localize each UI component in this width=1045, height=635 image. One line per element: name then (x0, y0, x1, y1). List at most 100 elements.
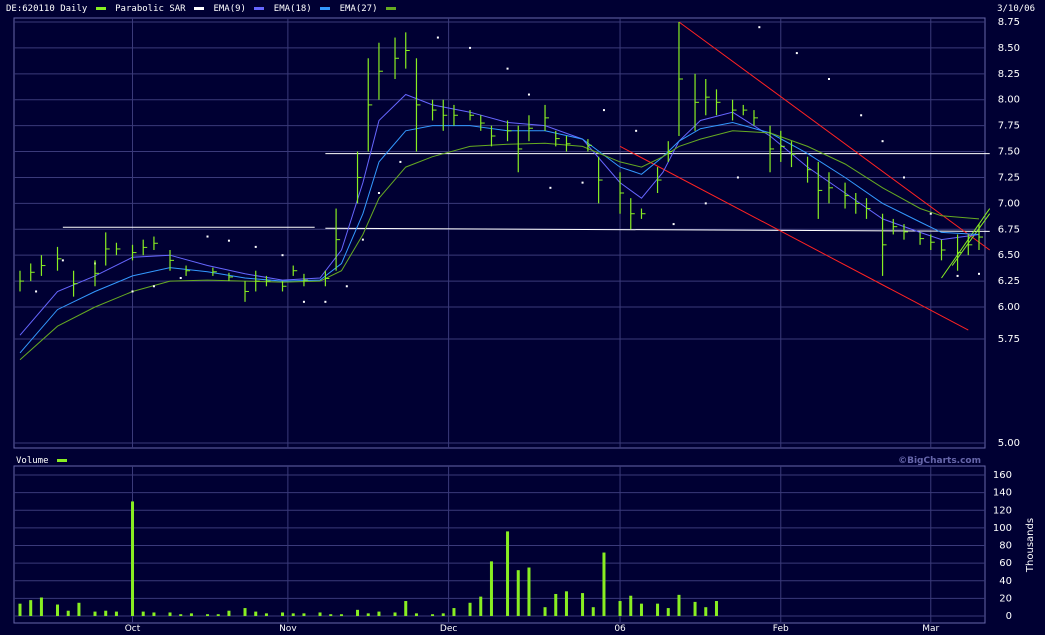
sar-dot (227, 239, 230, 242)
sar-dot (324, 300, 327, 303)
volume-tick-label: 0 (1006, 611, 1012, 622)
sar-dot (602, 109, 605, 112)
sar-dot (527, 93, 530, 96)
chart-header: DE:620110 Daily Parabolic SAR EMA(9) EMA… (6, 4, 400, 14)
volume-bar (114, 611, 118, 616)
sar-dot (469, 46, 472, 49)
volume-tick-label: 160 (993, 470, 1012, 481)
sar-dot (672, 223, 675, 226)
chart-frame (13, 17, 986, 624)
trendlines (62, 21, 991, 331)
volume-bar (591, 607, 595, 616)
sar-dot (956, 274, 959, 277)
volume-bar (431, 614, 435, 616)
sar-dot (254, 245, 257, 248)
sar-dot (399, 160, 402, 163)
volume-tick-label: 100 (993, 523, 1012, 534)
volume-bar (302, 613, 306, 616)
volume-tick-label: 40 (999, 576, 1012, 587)
volume-bar (506, 531, 510, 616)
volume-bar (18, 603, 22, 616)
sar-dot (506, 67, 509, 70)
volume-bar (152, 612, 156, 616)
chart-date: 3/10/06 (997, 4, 1035, 14)
volume-bar (564, 591, 568, 616)
volume-bar (581, 593, 585, 616)
volume-bar (318, 612, 322, 616)
sar-dot (581, 181, 584, 184)
price-tick-label: 8.50 (998, 43, 1020, 54)
price-swatch (95, 7, 106, 10)
price-tick-label: 7.25 (998, 172, 1020, 183)
volume-bar (377, 611, 381, 616)
volume-bar (77, 602, 81, 616)
volume-label: Volume (16, 456, 49, 466)
volume-bar (414, 613, 418, 616)
sar-dot (827, 78, 830, 80)
sar-dot (152, 285, 155, 288)
trendline (941, 208, 991, 279)
volume-bar (339, 614, 343, 616)
sar-dot (736, 176, 739, 179)
volume-bar (393, 612, 397, 616)
volume-bar (656, 603, 660, 616)
price-tick-label: 8.25 (998, 69, 1020, 80)
stock-chart: 5.00 5.75 6.00 6.25 6.50 6.75 7.00 7.25 7.50 7.75… (13, 17, 1036, 634)
date-tick-label: Nov (279, 624, 297, 634)
trendline (619, 145, 969, 331)
date-tick-label: Mar (922, 624, 939, 634)
price-tick-label: 5.00 (998, 438, 1020, 449)
volume-bar (554, 593, 558, 616)
volume-panel-border (13, 465, 986, 624)
sar-dot (860, 114, 863, 117)
price-tick-label: 7.75 (998, 121, 1020, 132)
sar-dot (302, 300, 305, 303)
axis-labels: 5.00 5.75 6.00 6.25 6.50 6.75 7.00 7.25 7.50 7.75… (125, 17, 1036, 634)
volume-bar (189, 613, 193, 616)
volume-bar (618, 601, 622, 616)
volume-bar (441, 613, 445, 616)
volume-bar (281, 612, 285, 616)
price-tick-label: 7.00 (998, 198, 1020, 209)
sar-dot (436, 36, 439, 39)
volume-bar (468, 602, 472, 616)
volume-tick-label: 20 (999, 593, 1012, 604)
sar-dot (179, 276, 182, 279)
volume-bar (264, 613, 268, 616)
sar-dot (881, 140, 884, 143)
ema-line (19, 93, 980, 336)
volume-bar (516, 570, 520, 616)
chart-grid (14, 18, 985, 623)
ema27-swatch (385, 7, 396, 10)
volume-bar (666, 608, 670, 616)
volume-bar (677, 594, 681, 616)
volume-bar (254, 611, 258, 616)
sar-dot (61, 259, 64, 262)
volume-bar (227, 610, 231, 616)
legend-ema9: EMA(9) (213, 4, 246, 14)
volume-tick-label: 60 (999, 558, 1012, 569)
volume-bar (168, 612, 172, 616)
sar-dot (978, 272, 980, 275)
volume-bar (179, 614, 183, 616)
volume-bar (141, 611, 145, 616)
price-tick-label: 6.00 (998, 302, 1020, 313)
price-tick-label: 8.00 (998, 95, 1020, 106)
volume-bar (216, 614, 220, 616)
volume-bar (104, 610, 108, 616)
price-bars (19, 22, 983, 302)
sar-dot (704, 202, 707, 205)
legend-ema18: EMA(18) (273, 4, 312, 14)
volume-bar (356, 609, 360, 616)
volume-bar (56, 604, 60, 616)
volume-axis-label: Thousands (1025, 518, 1036, 573)
price-panel-border (13, 17, 986, 449)
symbol-label: DE:620110 (6, 4, 55, 14)
watermark: ©BigCharts.com (898, 456, 981, 466)
ema18-swatch (320, 7, 331, 10)
volume-bar (639, 603, 643, 616)
period-label: Daily (60, 4, 88, 14)
price-tick-label: 6.50 (998, 250, 1020, 261)
trendline (325, 227, 990, 232)
ema9-swatch (254, 7, 265, 10)
